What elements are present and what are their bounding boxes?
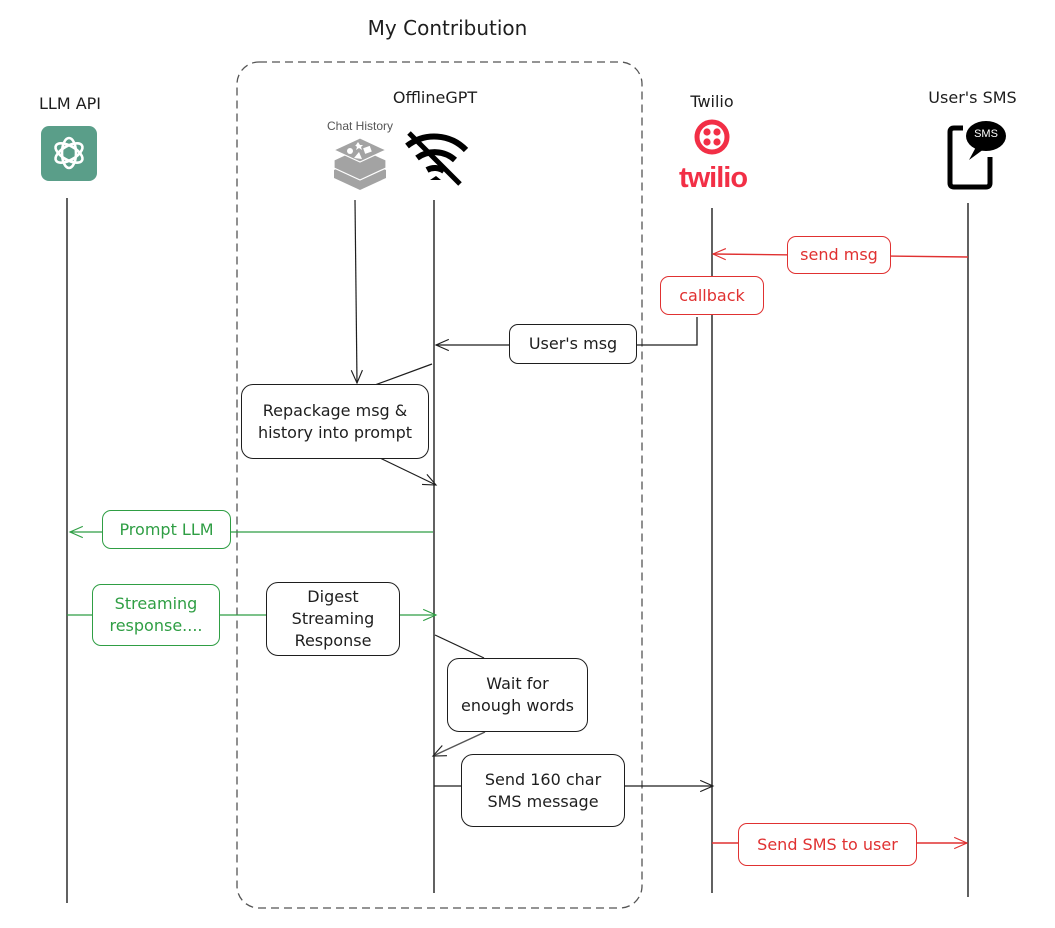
repackage-in-arrow	[379, 457, 438, 486]
actor-label-twilio: Twilio	[690, 92, 734, 111]
twilio-logo-icon	[694, 119, 730, 155]
twilio-wordmark: twilio	[678, 162, 748, 194]
sms-bubble-text: SMS	[974, 128, 998, 140]
actor-label-offlinegpt: OfflineGPT	[392, 88, 478, 107]
message-prompt-llm[interactable]: Prompt LLM	[102, 510, 231, 549]
repackage-out-line	[374, 363, 433, 386]
message-repackage[interactable]: Repackage msg & history into prompt	[241, 384, 429, 459]
message-wait-enough-words[interactable]: Wait for enough words	[447, 658, 588, 732]
openai-logo-icon	[41, 126, 97, 181]
actor-label-llm: LLM API	[38, 94, 102, 113]
message-digest-streaming[interactable]: Digest Streaming Response	[266, 582, 400, 656]
message-users-msg[interactable]: User's msg	[509, 324, 637, 364]
message-callback[interactable]: callback	[660, 276, 764, 315]
message-send-msg[interactable]: send msg	[787, 236, 891, 274]
wait-in-arrow	[431, 731, 486, 757]
redis-database-icon	[332, 137, 388, 190]
chat-history-arrow	[350, 199, 363, 385]
message-streaming-response[interactable]: Streaming response....	[92, 584, 220, 646]
wait-out-line	[434, 634, 485, 659]
message-send-160-char[interactable]: Send 160 char SMS message	[461, 754, 625, 827]
wifi-off-icon	[405, 131, 469, 186]
message-send-sms-to-user[interactable]: Send SMS to user	[738, 823, 917, 866]
diagram-title: My Contribution	[367, 16, 528, 40]
actor-label-user-sms: User's SMS	[928, 88, 1017, 107]
chat-history-label: Chat History	[326, 119, 394, 133]
